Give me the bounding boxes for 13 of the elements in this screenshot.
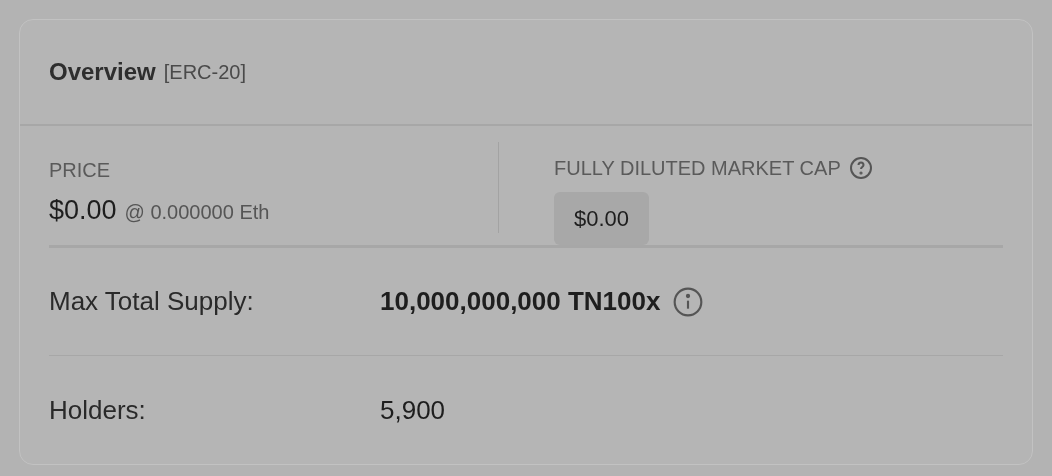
row-label: Max Total Supply:: [49, 285, 255, 318]
price-value: $0.00: [49, 194, 117, 227]
info-icon[interactable]: [672, 285, 705, 318]
row-label: Holders:: [49, 393, 147, 427]
row-value: 5,900: [380, 393, 446, 427]
help-icon[interactable]: [848, 156, 873, 180]
market-cap-value: $0.00: [554, 192, 650, 245]
token-standard: [ERC-20]: [163, 60, 246, 85]
eth-price: @ 0.000000 Eth: [124, 200, 270, 225]
price-label: PRICE: [49, 160, 112, 180]
card-title: Overview: [49, 57, 156, 87]
market-cap-label: FULLY DILUTED MARKET CAP: [554, 158, 841, 178]
row-value: 10,000,000,000 TN100x: [380, 285, 661, 318]
